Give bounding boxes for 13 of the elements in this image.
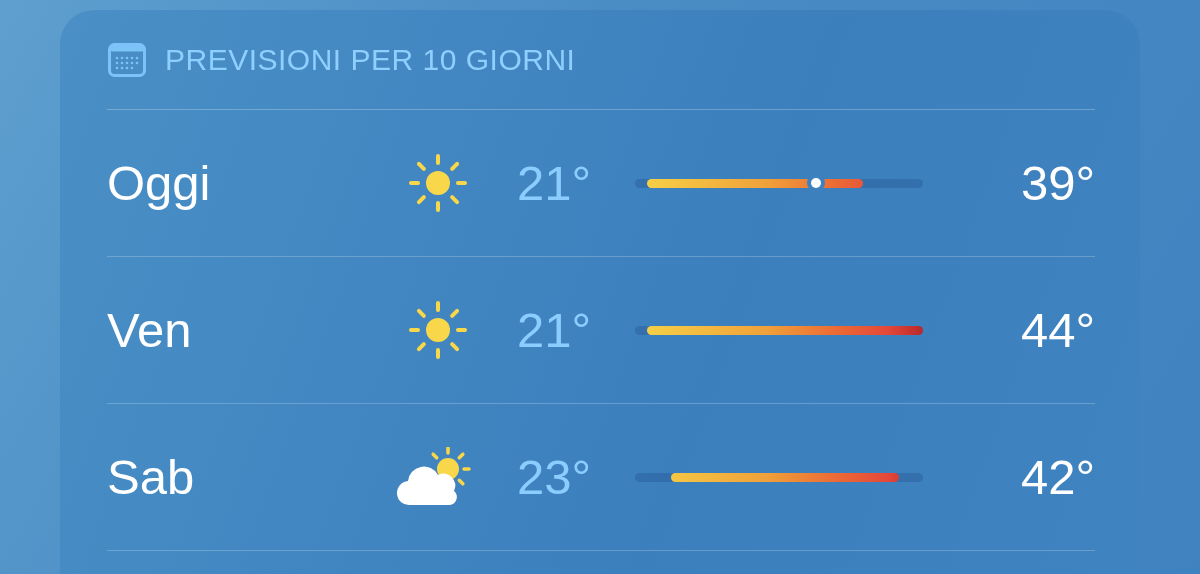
- low-temperature: 23°: [517, 449, 593, 505]
- section-title: PREVISIONI PER 10 GIORNI: [165, 42, 576, 77]
- day-label: Ven: [107, 302, 193, 358]
- high-temperature: 42°: [1019, 449, 1095, 505]
- low-temperature: 21°: [517, 302, 593, 358]
- high-temperature: 44°: [1019, 302, 1095, 358]
- sun-icon: [406, 151, 470, 215]
- low-temperature: 21°: [517, 155, 593, 211]
- day-label: Oggi: [107, 155, 212, 211]
- sun-icon: [406, 298, 470, 362]
- high-temperature: 39°: [1019, 155, 1095, 211]
- day-label: Sab: [107, 449, 196, 505]
- calendar-icon: [108, 42, 146, 77]
